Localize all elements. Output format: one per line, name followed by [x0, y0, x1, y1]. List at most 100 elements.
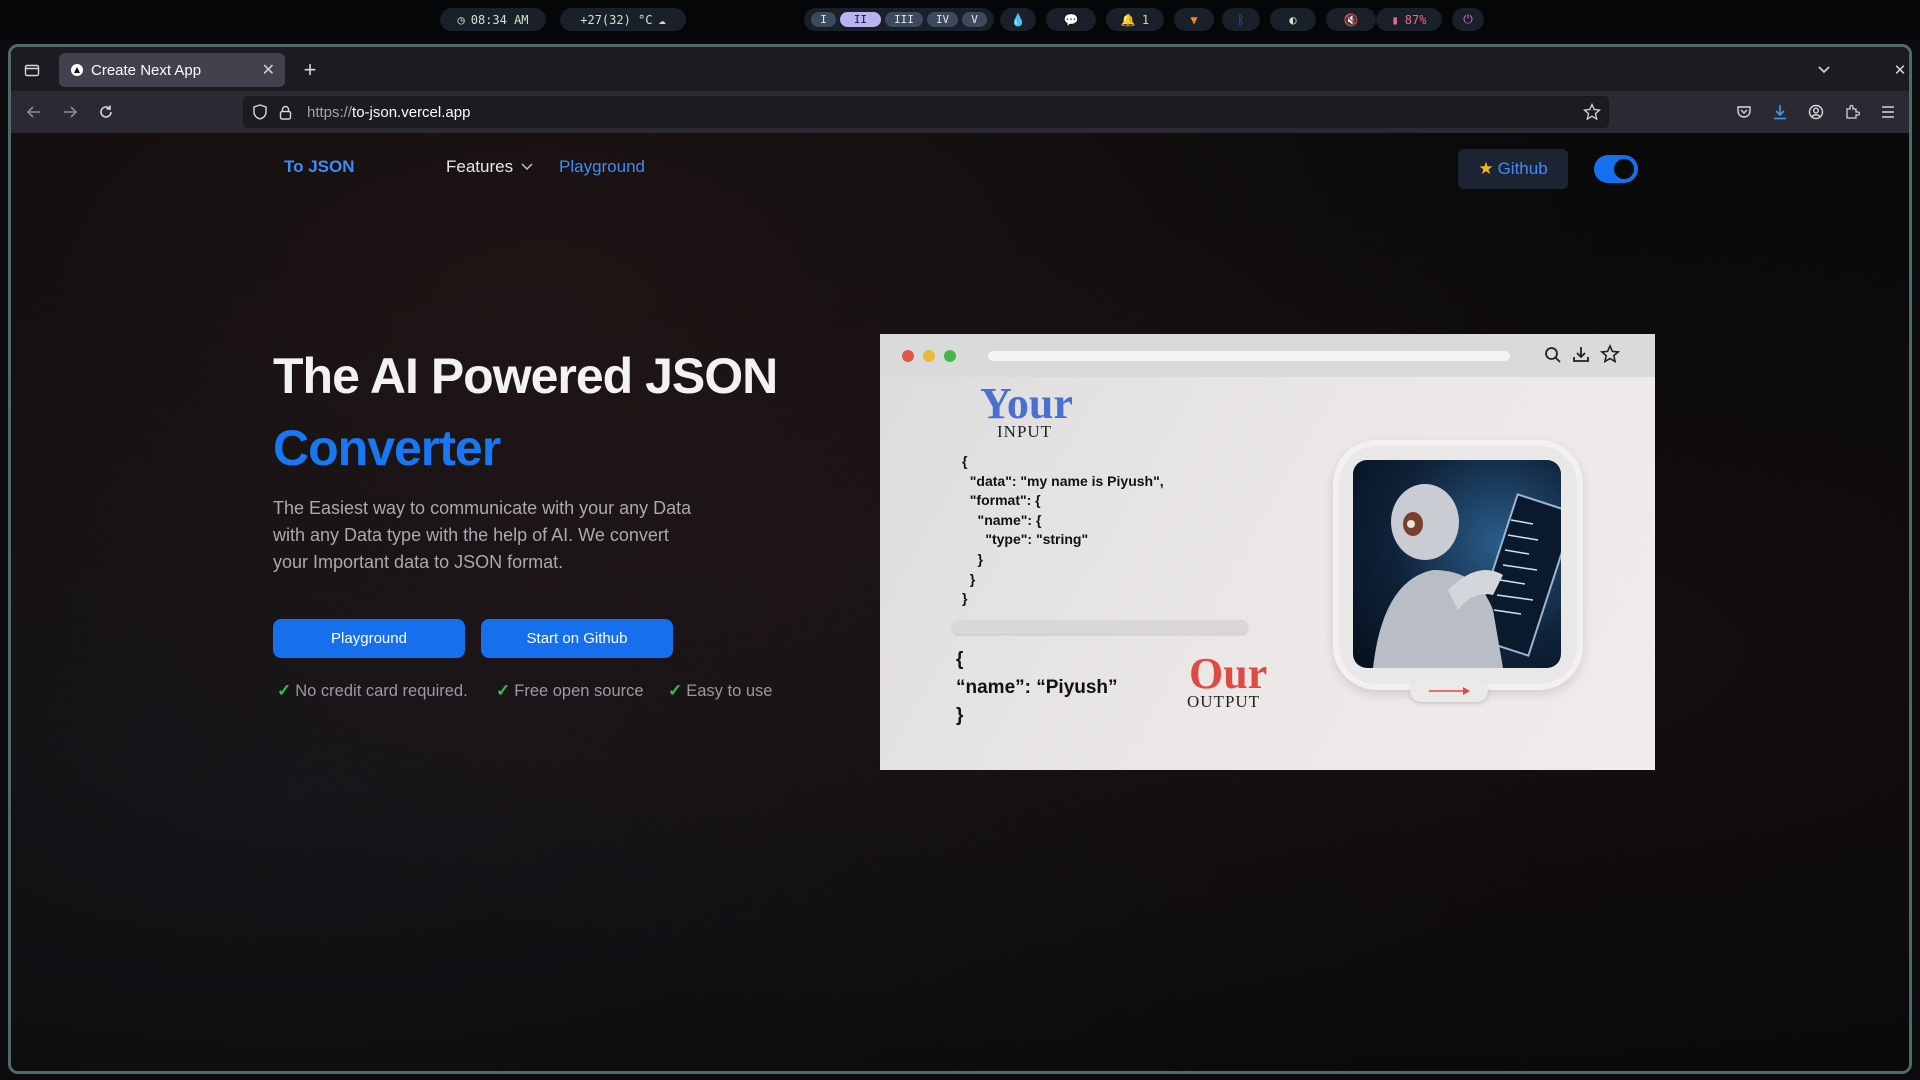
- brand-logo[interactable]: To JSON: [284, 157, 355, 177]
- checkmark-icon: ✓: [496, 681, 511, 700]
- url-bar[interactable]: https:// to-json.vercel.app: [243, 96, 1609, 128]
- bell-icon: 🔔: [1120, 12, 1136, 27]
- forward-icon[interactable]: [59, 101, 81, 123]
- playground-nav-link[interactable]: Playground: [559, 157, 645, 177]
- workspace-2[interactable]: II: [839, 12, 882, 27]
- workspace-3[interactable]: III: [885, 12, 923, 27]
- tab-strip: Create Next App ✕ + ✕: [11, 47, 1909, 91]
- hero-title: The AI Powered JSON: [273, 348, 778, 404]
- back-icon[interactable]: [23, 101, 45, 123]
- list-tabs-icon[interactable]: [1813, 59, 1835, 81]
- code-line: }: [962, 550, 984, 567]
- battery-widget[interactable]: ▮ 87%: [1376, 8, 1442, 31]
- star-icon: ★: [1478, 159, 1494, 178]
- chat-icon[interactable]: 💬: [1046, 8, 1096, 31]
- code-line: "format": {: [962, 492, 1041, 509]
- features-menu[interactable]: Features: [446, 157, 533, 177]
- clock-widget[interactable]: ◷ 08:34 AM: [440, 8, 546, 31]
- hero-illustration: Your INPUT { "data": "my name is Piyush"…: [880, 334, 1655, 770]
- web-page: To JSON Features Playground ★ Github The…: [11, 133, 1909, 1071]
- playground-button[interactable]: Playground: [273, 619, 465, 658]
- feature-check-label: Easy to use: [686, 681, 773, 700]
- lock-icon[interactable]: [279, 105, 297, 120]
- github-nav-label: Github: [1497, 159, 1548, 178]
- reload-icon[interactable]: [95, 101, 117, 123]
- green-dot-icon: [944, 350, 956, 362]
- menu-icon[interactable]: [1877, 101, 1899, 123]
- theme-toggle[interactable]: [1594, 155, 1638, 183]
- yellow-dot-icon: [923, 350, 935, 362]
- power-icon[interactable]: ⏻: [1452, 8, 1484, 31]
- workspace-4[interactable]: IV: [926, 12, 959, 27]
- code-line: }: [962, 570, 976, 587]
- workspace-switcher: I II III IV V: [804, 8, 994, 31]
- code-line: "data": "my name is Piyush",: [962, 472, 1164, 489]
- github-nav-button[interactable]: ★ Github: [1458, 149, 1568, 189]
- code-line: {: [962, 453, 968, 469]
- start-on-github-button[interactable]: Start on Github: [481, 619, 673, 658]
- bluetooth-icon[interactable]: ᛒ: [1222, 8, 1260, 31]
- notification-count: 1: [1141, 12, 1150, 27]
- features-label: Features: [446, 157, 514, 176]
- new-tab-icon[interactable]: +: [297, 57, 323, 83]
- search-icon: [1544, 346, 1562, 369]
- tab-title: Create Next App: [91, 61, 202, 79]
- shield-icon[interactable]: [253, 104, 271, 120]
- extensions-icon[interactable]: [1841, 101, 1863, 123]
- tab-manager-icon[interactable]: [21, 59, 43, 81]
- tab-active[interactable]: Create Next App ✕: [59, 53, 285, 87]
- weather-icon: ☁: [658, 12, 666, 27]
- code-line: “name”: “Piyush”: [956, 677, 1118, 698]
- download-icon[interactable]: [1769, 101, 1791, 123]
- feature-check-label: No credit card required.: [295, 681, 468, 700]
- weather-text: +27(32) °C: [580, 12, 653, 27]
- nav-toolbar: https:// to-json.vercel.app: [11, 91, 1909, 133]
- checkmark-icon: ✓: [277, 681, 292, 700]
- hero-description: The Easiest way to communicate with your…: [273, 498, 692, 572]
- bookmark-star-icon[interactable]: [1583, 103, 1601, 121]
- close-tab-icon[interactable]: ✕: [262, 60, 275, 80]
- clock-icon: ◷: [457, 12, 465, 27]
- code-line: "type": "string": [962, 531, 1089, 548]
- droplet-icon[interactable]: 💧: [1000, 8, 1036, 31]
- red-dot-icon: [902, 350, 914, 362]
- hero-accent-title: Converter: [273, 420, 501, 476]
- contrast-icon[interactable]: ◐: [1270, 8, 1316, 31]
- pocket-icon[interactable]: [1733, 101, 1755, 123]
- battery-level: 87%: [1404, 12, 1427, 27]
- clock-time: 08:34 AM: [470, 12, 529, 27]
- chevron-down-icon: [521, 163, 533, 171]
- feature-check-easy: ✓ Easy to use: [668, 681, 772, 701]
- window-close-icon[interactable]: ✕: [1889, 59, 1909, 81]
- feature-check-label: Free open source: [514, 681, 644, 700]
- wifi-icon[interactable]: ▼: [1174, 8, 1214, 31]
- feature-check-open-source: ✓ Free open source: [496, 681, 644, 701]
- code-line: "name": {: [962, 511, 1042, 528]
- star-icon: [1599, 344, 1621, 369]
- illustration-address-bar: [988, 351, 1510, 361]
- notification-widget[interactable]: 🔔 1: [1106, 8, 1164, 31]
- url-protocol: https://: [307, 103, 353, 121]
- output-label: OUTPUT: [1187, 692, 1261, 711]
- workspace-1[interactable]: I: [811, 12, 836, 27]
- output-code-block: { “name”: “Piyush”}: [956, 646, 1118, 730]
- system-status-bar: ◷ 08:34 AM +27(32) °C ☁ I II III IV V 💧 …: [0, 0, 1920, 40]
- feature-check-no-card: ✓ No credit card required.: [277, 681, 468, 701]
- toggle-knob: [1614, 159, 1634, 179]
- battery-icon: ▮: [1391, 12, 1399, 27]
- weather-widget[interactable]: +27(32) °C ☁: [560, 8, 686, 31]
- input-code-block: { "data": "my name is Piyush", "format":…: [962, 452, 1164, 609]
- code-line: }: [956, 705, 964, 726]
- illustration-browser-bar: [880, 334, 1655, 377]
- robot-frame: [1333, 440, 1583, 690]
- code-line: {: [956, 649, 964, 670]
- illustration-divider-bar: [952, 620, 1248, 634]
- url-host: to-json.vercel.app: [352, 103, 471, 121]
- code-line: }: [962, 590, 968, 607]
- input-label: INPUT: [997, 422, 1053, 441]
- checkmark-icon: ✓: [668, 681, 683, 700]
- arrow-right-icon: [1429, 687, 1470, 695]
- workspace-5[interactable]: V: [962, 12, 987, 27]
- account-icon[interactable]: [1805, 101, 1827, 123]
- volume-icon[interactable]: 🔇: [1326, 8, 1376, 31]
